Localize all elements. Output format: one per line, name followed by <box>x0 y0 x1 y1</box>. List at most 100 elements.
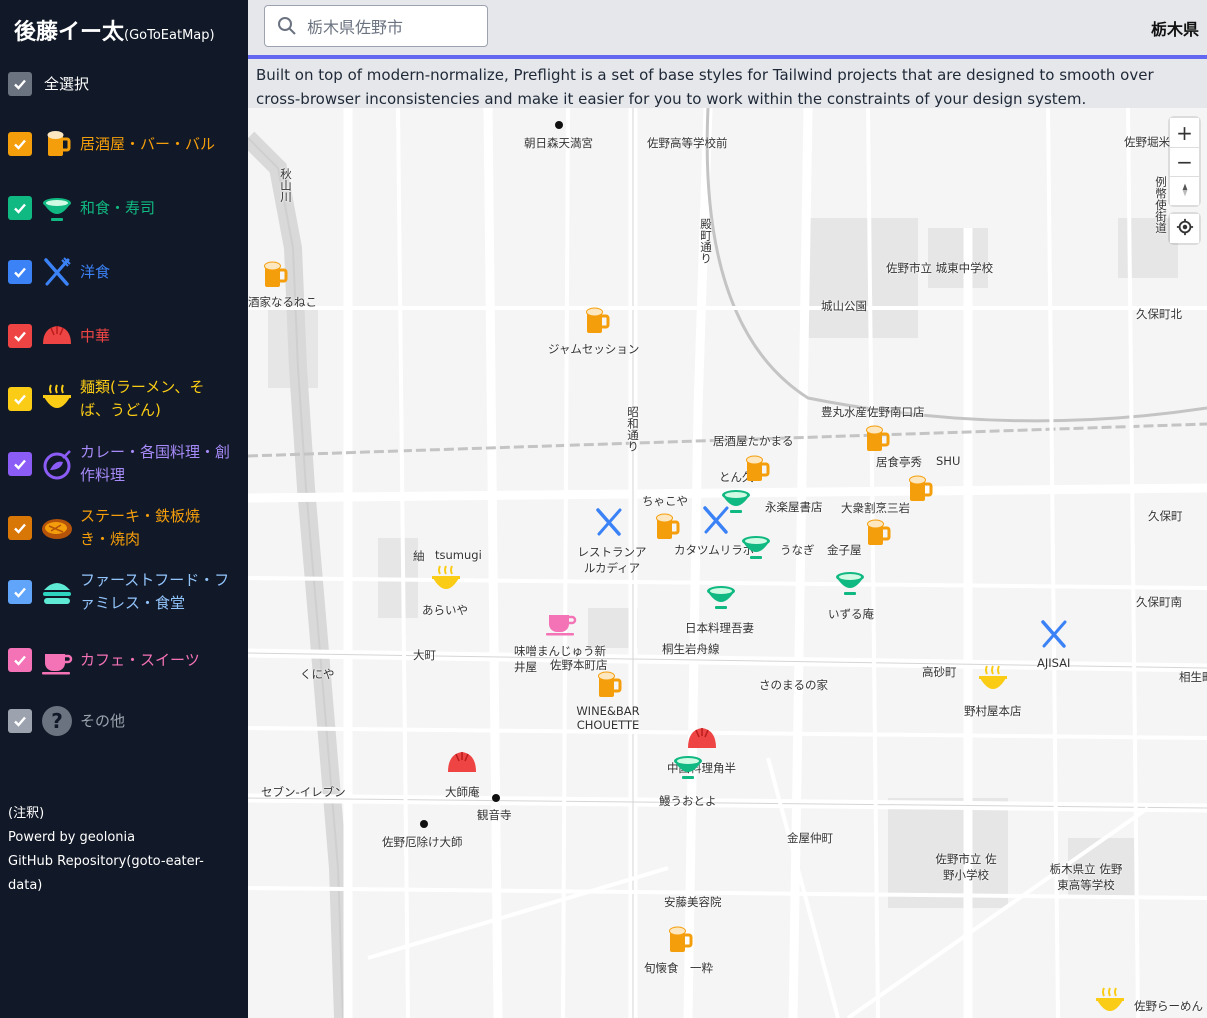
search-icon <box>278 17 296 35</box>
map-label: 佐野市立 佐野小学校 <box>935 852 997 882</box>
zoom-in-button[interactable]: + <box>1170 118 1199 147</box>
geolocate-button[interactable] <box>1170 214 1199 243</box>
map-label: 相生町 <box>1179 670 1207 684</box>
search-box[interactable] <box>264 5 488 47</box>
github-link[interactable]: GitHub Repository(goto-eater-data) <box>8 850 238 898</box>
map-label: 佐野高等学校前 <box>647 136 728 150</box>
map-label: うなぎ <box>780 543 815 557</box>
map-label: 一粋 <box>690 961 713 975</box>
map-label: 野村屋本店 <box>964 704 1022 718</box>
map-label: いずる庵 <box>828 607 874 621</box>
washoku-marker[interactable] <box>740 530 772 562</box>
category-checkbox[interactable] <box>8 709 32 733</box>
map-label: 鰻うおとよ <box>659 794 717 808</box>
izakaya-marker[interactable] <box>903 472 935 504</box>
izakaya-marker[interactable] <box>258 258 290 290</box>
map-label: tsumugi <box>435 548 482 562</box>
map[interactable]: 朝日森天満宮 佐野高等学校前 佐野堀米 殿町通り 佐野市立 城東中学校 城山公園… <box>248 108 1207 1018</box>
map-label: 昭和通り <box>626 406 640 452</box>
locate-icon <box>1176 218 1193 235</box>
chuka-marker[interactable] <box>446 746 478 778</box>
compass-button[interactable] <box>1170 176 1199 205</box>
map-label: 桐生岩舟線 <box>662 642 720 656</box>
map-label: 久保町 <box>1148 509 1183 523</box>
category-checkbox[interactable] <box>8 580 32 604</box>
map-label: 佐野厄除け大師 <box>382 835 463 849</box>
washoku-marker[interactable] <box>705 580 737 612</box>
map-label: 酒家なるねこ <box>248 295 317 309</box>
menrui-marker[interactable] <box>430 564 462 596</box>
geolonia-link[interactable]: Powerd by geolonia <box>8 826 238 850</box>
category-checkbox[interactable] <box>8 387 32 411</box>
izakaya-marker[interactable] <box>861 516 893 548</box>
select-all-label: 全選択 <box>44 74 90 93</box>
izakaya-marker[interactable] <box>592 668 624 700</box>
category-checkbox[interactable] <box>8 196 32 220</box>
map-label: レストランアルカディア <box>577 545 647 575</box>
map-label: 居食亭秀 <box>876 455 922 469</box>
map-label: 居酒屋たかまる <box>713 434 794 448</box>
izakaya-marker[interactable] <box>650 510 682 542</box>
search-input[interactable] <box>307 16 477 36</box>
category-menrui[interactable]: 麺類(ラーメン、そば、うどん) <box>8 376 240 422</box>
category-label: 居酒屋・バー・バル <box>80 134 216 153</box>
category-izakaya[interactable]: 居酒屋・バー・バル <box>8 127 240 161</box>
map-label: 旬懐食 <box>644 961 679 975</box>
washoku-marker[interactable] <box>672 750 704 782</box>
category-checkbox[interactable] <box>8 648 32 672</box>
category-checkbox[interactable] <box>8 516 32 540</box>
map-label: 佐野市立 城東中学校 <box>886 261 994 275</box>
category-yoshoku[interactable]: 洋食 <box>8 255 240 289</box>
map-label: くにや <box>300 667 335 681</box>
izakaya-marker[interactable] <box>860 422 892 454</box>
category-steak[interactable]: ステーキ・鉄板焼き・焼肉 <box>8 505 240 551</box>
category-checkbox[interactable] <box>8 452 32 476</box>
izakaya-marker[interactable] <box>580 304 612 336</box>
prefecture-label: 栃木県 <box>1150 20 1199 39</box>
beer-mug-icon <box>40 127 74 161</box>
category-checkbox[interactable] <box>8 260 32 284</box>
washoku-marker[interactable] <box>834 566 866 598</box>
map-label: さのまるの家 <box>759 678 828 692</box>
map-label: 金屋仲町 <box>787 831 833 845</box>
category-chuka[interactable]: 中華 <box>8 319 240 353</box>
map-label: 大師庵 <box>445 785 480 799</box>
yoshoku-marker[interactable] <box>700 504 732 536</box>
chuka-marker[interactable] <box>686 722 718 754</box>
category-cafe[interactable]: カフェ・スイーツ <box>8 643 240 677</box>
select-all-item[interactable]: 全選択 <box>8 72 240 96</box>
yoshoku-marker[interactable] <box>593 506 625 538</box>
map-label: 紬 <box>413 549 425 563</box>
menrui-marker[interactable] <box>977 664 1009 696</box>
geolocate-control <box>1170 214 1199 243</box>
cafe-marker[interactable] <box>545 605 577 637</box>
map-label: AJISAI <box>1037 656 1071 670</box>
category-washoku[interactable]: 和食・寿司 <box>8 191 240 225</box>
izakaya-marker[interactable] <box>740 452 772 484</box>
map-label: 豊丸水産佐野南口店 <box>821 405 925 419</box>
footer-notes: (注釈) Powerd by geolonia GitHub Repositor… <box>8 802 238 898</box>
map-label: 永楽屋書店 <box>765 500 823 514</box>
map-label: あらいや <box>422 603 468 617</box>
map-label: セブン-イレブン <box>261 785 346 799</box>
category-label: ステーキ・鉄板焼き・焼肉 <box>80 507 201 548</box>
map-label: 城山公園 <box>821 299 867 313</box>
select-all-checkbox[interactable] <box>8 72 32 96</box>
map-label: SHU <box>936 454 961 468</box>
category-other[interactable]: ? その他 <box>8 704 240 738</box>
category-curry[interactable]: カレー・各国料理・創作料理 <box>8 441 240 487</box>
menrui-marker[interactable] <box>1094 986 1126 1018</box>
category-checkbox[interactable] <box>8 324 32 348</box>
zoom-out-button[interactable]: − <box>1170 147 1199 176</box>
category-checkbox[interactable] <box>8 132 32 156</box>
app-title-sub: (GoToEatMap) <box>124 28 215 43</box>
izakaya-marker[interactable] <box>663 923 695 955</box>
map-label: ちゃこや <box>642 494 688 508</box>
yoshoku-marker[interactable] <box>1038 618 1070 650</box>
category-label: その他 <box>80 711 126 730</box>
map-label: 安藤美容院 <box>664 895 722 909</box>
app-title-main: 後藤イー太 <box>14 20 125 45</box>
category-fastfood[interactable]: ファーストフード・ファミレス・食堂 <box>8 569 240 615</box>
burger-icon <box>40 575 74 609</box>
category-label: 洋食 <box>80 262 111 281</box>
